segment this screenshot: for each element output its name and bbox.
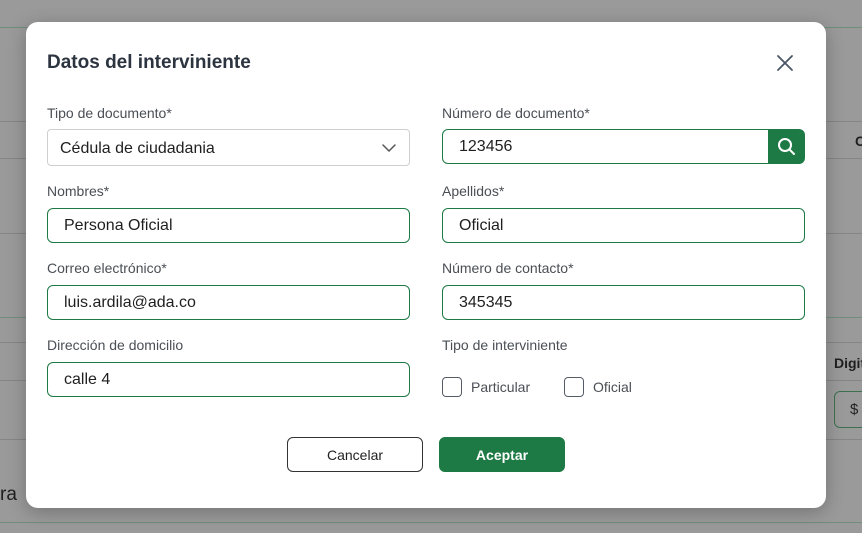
contact-input[interactable]	[442, 285, 805, 320]
checkbox-particular[interactable]: Particular	[442, 377, 530, 397]
background-currency-input: $	[834, 391, 862, 428]
checkbox-box[interactable]	[442, 377, 462, 397]
names-label: Nombres*	[47, 183, 110, 199]
surnames-label: Apellidos*	[442, 183, 505, 199]
contact-label: Número de contacto*	[442, 260, 574, 276]
doc-number-input[interactable]	[442, 129, 772, 164]
dialog-title: Datos del interviniente	[47, 52, 251, 73]
address-input[interactable]	[47, 362, 410, 397]
surnames-input[interactable]	[442, 208, 805, 243]
checkbox-box[interactable]	[564, 377, 584, 397]
doc-type-value: Cédula de ciudadania	[60, 140, 215, 157]
background-divider	[0, 522, 862, 523]
cancel-button[interactable]: Cancelar	[287, 437, 423, 472]
email-label: Correo electrónico*	[47, 260, 167, 276]
close-button[interactable]	[774, 52, 796, 74]
search-button[interactable]	[768, 129, 805, 164]
intervener-type-label: Tipo de interviniente	[442, 337, 568, 353]
currency-symbol: $	[850, 401, 859, 418]
search-icon	[778, 138, 795, 155]
accept-button[interactable]: Aceptar	[439, 437, 565, 472]
close-icon	[777, 55, 793, 71]
email-input[interactable]	[47, 285, 410, 320]
chevron-down-icon	[382, 144, 396, 153]
doc-type-select[interactable]: Cédula de ciudadania	[47, 129, 410, 166]
checkbox-oficial-label: Oficial	[593, 379, 632, 395]
doc-number-label: Número de documento*	[442, 105, 590, 121]
checkbox-oficial[interactable]: Oficial	[564, 377, 632, 397]
intervener-dialog: Datos del interviniente Tipo de document…	[26, 22, 826, 508]
background-column-header: C	[855, 133, 862, 149]
checkbox-particular-label: Particular	[471, 379, 531, 395]
address-label: Dirección de domicilio	[47, 337, 184, 353]
names-input[interactable]	[47, 208, 410, 243]
background-heading-fragment: ra	[0, 484, 17, 505]
background-column-header: Digit	[834, 355, 862, 371]
doc-type-label: Tipo de documento*	[47, 105, 172, 121]
